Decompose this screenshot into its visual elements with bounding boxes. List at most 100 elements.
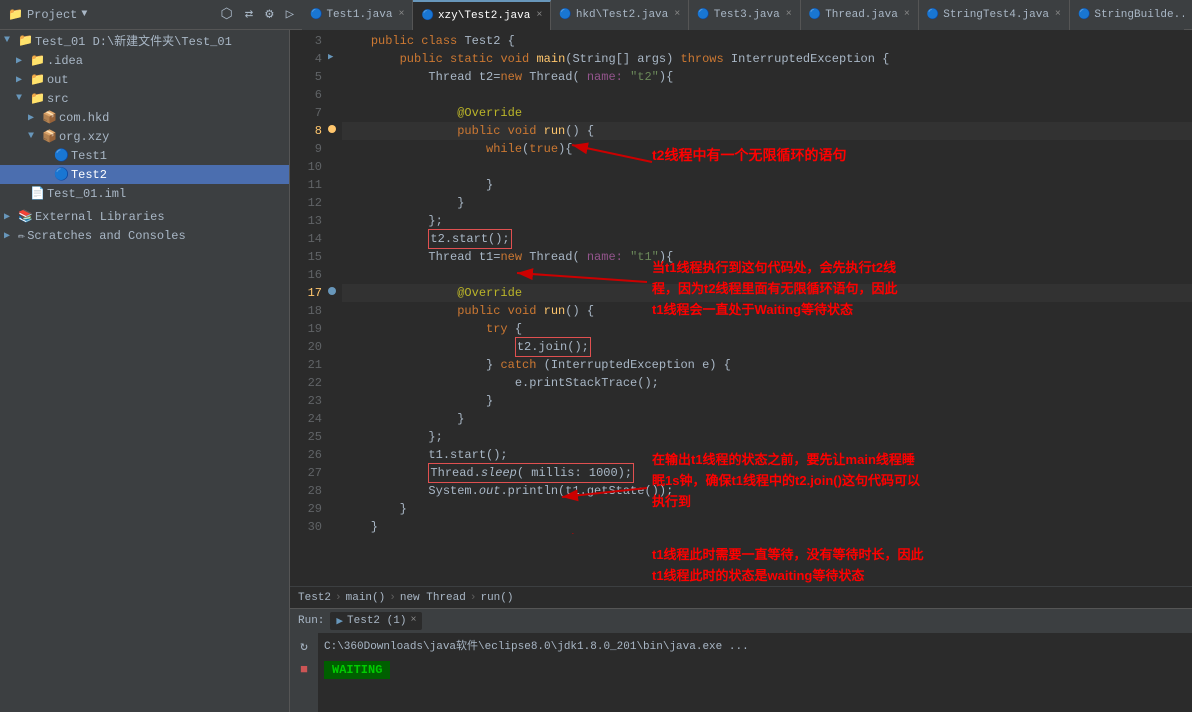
code-line-21: } catch (InterruptedException e) { [342,356,1192,374]
tab-close-icon[interactable]: × [398,9,404,20]
run-tab-close-icon[interactable]: × [410,615,416,626]
sidebar-item-label: Test2 [71,168,107,182]
package-icon: 📦 [42,129,57,144]
breadcrumb-sep: › [389,592,396,604]
run-icon: ▶ [336,614,343,628]
play-icon[interactable]: ▷ [282,4,298,25]
sidebar-item-iml[interactable]: 📄 Test_01.iml [0,184,289,203]
line-num: 16 [290,266,322,284]
sidebar-item-src[interactable]: ▼ 📁 src [0,89,289,108]
tab-close-icon[interactable]: × [674,9,680,20]
tab-file-icon: 🔵 [310,9,322,21]
line-num: 21 [290,356,322,374]
console-path-line: C:\360Downloads\java软件\eclipse8.0\jdk1.8… [324,637,1186,653]
sidebar-item-external-libraries[interactable]: ▶ 📚 External Libraries [0,207,289,226]
tab-xzy-test2-java[interactable]: 🔵 xzy\Test2.java × [413,0,551,30]
code-line-19: try { [342,320,1192,338]
editor-area: 3 4 5 6 7 8 9 10 11 12 13 14 15 16 17 18… [290,30,1192,712]
code-container[interactable]: 3 4 5 6 7 8 9 10 11 12 13 14 15 16 17 18… [290,30,1192,586]
code-line-24: } [342,410,1192,428]
tab-hkd-test2-java[interactable]: 🔵 hkd\Test2.java × [551,0,689,30]
sidebar-item-test1[interactable]: 🔵 Test1 [0,146,289,165]
tab-label: StringBuilde... [1094,9,1184,21]
tab-label: Test1.java [326,9,392,21]
code-line-11: } [342,176,1192,194]
tabs-bar: 🔵 Test1.java × 🔵 xzy\Test2.java × 🔵 hkd\… [302,0,1184,30]
line-num: 10 [290,158,322,176]
sidebar-item-com-hkd[interactable]: ▶ 📦 com.hkd [0,108,289,127]
folder-icon: 📁 [30,53,45,68]
sidebar-item-out[interactable]: ▶ 📁 out [0,70,289,89]
tab-label: StringTest4.java [943,9,1049,21]
code-line-15: Thread t1=new Thread( name: "t1"){ [342,248,1192,266]
top-bar-left: 📁 Project ▼ ⬡ ⇄ ⚙ ▷ [8,4,298,25]
code-line-6 [342,86,1192,104]
tab-close-icon[interactable]: × [536,10,542,21]
code-line-18: public void run() { [342,302,1192,320]
line-num: 18 [290,302,322,320]
folder-icon: 📁 [30,91,45,106]
breadcrumb-bar: Test2 › main() › new Thread › run() [290,586,1192,608]
tab-test3-java[interactable]: 🔵 Test3.java × [689,0,800,30]
tab-file-icon: 🔵 [809,9,821,21]
sidebar-item-label: .idea [47,54,83,68]
sidebar-item-idea[interactable]: ▶ 📁 .idea [0,51,289,70]
sidebar-item-test2[interactable]: 🔵 Test2 [0,165,289,184]
tab-stringtest4-java[interactable]: 🔵 StringTest4.java × [919,0,1070,30]
nav-icon-1[interactable]: ⬡ [216,4,236,25]
tab-test1-java[interactable]: 🔵 Test1.java × [302,0,413,30]
code-line-29: } [342,500,1192,518]
line-num: 22 [290,374,322,392]
sidebar-item-project[interactable]: ▼ 📁 Test_01 D:\新建文件夹\Test_01 [0,30,289,51]
tab-close-icon[interactable]: × [1055,9,1061,20]
line-num: 14 [290,230,322,248]
line-num: 6 [290,86,322,104]
tab-label: xzy\Test2.java [438,10,530,22]
line-numbers: 3 4 5 6 7 8 9 10 11 12 13 14 15 16 17 18… [290,30,328,586]
rerun-icon[interactable]: ↻ [298,637,310,656]
code-line-25: }; [342,428,1192,446]
run-tab-label: Test2 (1) [347,615,406,627]
code-line-23: } [342,392,1192,410]
class-icon: 🔵 [54,167,69,182]
sidebar-item-org-xzy[interactable]: ▼ 📦 org.xzy [0,127,289,146]
code-line-7: @Override [342,104,1192,122]
tab-label: Test3.java [714,9,780,21]
code-line-10 [342,158,1192,176]
line-num: 19 [290,320,322,338]
tab-stringbuilder-java[interactable]: 🔵 StringBuilde... × [1070,0,1184,30]
code-line-20: t2.join(); [342,338,1192,356]
line-num: 26 [290,446,322,464]
sidebar-item-label: Test_01 D:\新建文件夹\Test_01 [35,32,232,49]
code-line-28: System.out.println(t1.getState()); [342,482,1192,500]
console-content: C:\360Downloads\java软件\eclipse8.0\jdk1.8… [318,633,1192,712]
tree-arrow-icon: ▶ [4,230,16,242]
code-line-12: } [342,194,1192,212]
line-num: 5 [290,68,322,86]
sidebar-item-scratches[interactable]: ▶ ✏ Scratches and Consoles [0,226,289,245]
breadcrumb-new-thread: new Thread [400,592,466,604]
nav-icon-2[interactable]: ⇄ [241,4,257,25]
project-label: Project [27,8,77,22]
tab-close-icon[interactable]: × [786,9,792,20]
run-tab[interactable]: ▶ Test2 (1) × [330,612,422,630]
breadcrumb-method: main() [346,592,386,604]
tab-thread-java[interactable]: 🔵 Thread.java × [801,0,919,30]
breadcrumb-run: run() [480,592,513,604]
tab-label: hkd\Test2.java [576,9,668,21]
code-lines: public class Test2 { public static void … [342,30,1192,586]
dropdown-icon[interactable]: ▼ [81,9,87,20]
line-num: 4 [290,50,322,68]
stop-icon[interactable]: ■ [298,660,310,679]
line-num: 17 [290,284,322,302]
sidebar-item-label: com.hkd [59,111,109,125]
run-label: Run: [298,615,324,627]
sidebar-item-label: src [47,92,69,106]
class-icon: 🔵 [54,148,69,163]
line-num: 11 [290,176,322,194]
settings-icon[interactable]: ⚙ [261,4,277,25]
line-num: 7 [290,104,322,122]
sidebar-item-label: Test1 [71,149,107,163]
package-icon: 📦 [42,110,57,125]
tab-close-icon[interactable]: × [904,9,910,20]
